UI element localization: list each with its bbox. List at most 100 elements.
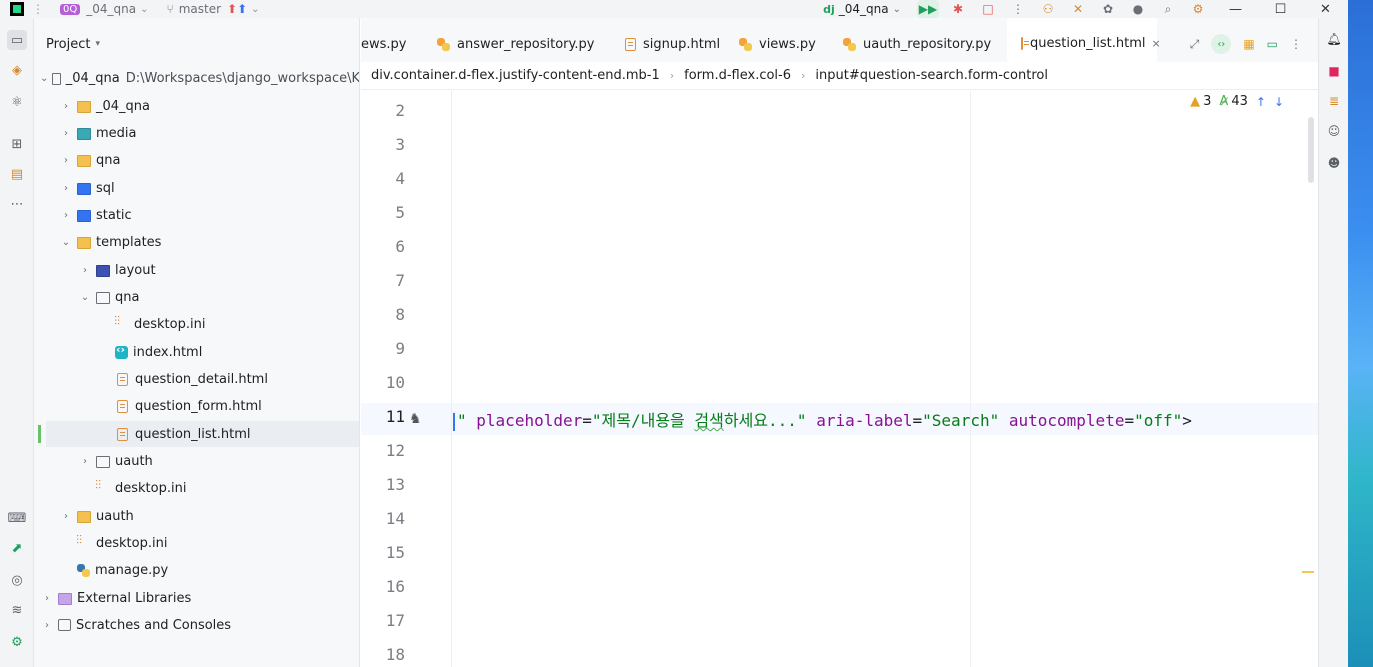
maximize-button[interactable]: ☐: [1258, 2, 1303, 17]
commit-tool-icon[interactable]: ◈: [7, 60, 27, 80]
record-icon[interactable]: ●: [1127, 0, 1149, 18]
code-line-11[interactable]: " placeholder="제목/내용을 검색하세요..." aria-lab…: [453, 407, 1192, 431]
gutter-separator: [451, 91, 452, 667]
problems-icon[interactable]: ◎: [7, 570, 27, 590]
tree-item[interactable]: index.html: [34, 339, 359, 365]
plugin-icon[interactable]: ■: [1325, 62, 1343, 80]
tree-item-label: question_detail.html: [135, 371, 268, 387]
tree-item-selected[interactable]: question_list.html: [46, 421, 359, 447]
scrollbar-warning-mark[interactable]: [1302, 571, 1314, 573]
tree-item-label: desktop.ini: [96, 535, 168, 551]
project-name[interactable]: _04_qna: [86, 2, 136, 16]
settings-icon[interactable]: ⚙: [1187, 0, 1209, 18]
minimize-button[interactable]: —: [1213, 2, 1258, 17]
structure-icon[interactable]: ⊞: [7, 134, 27, 154]
more-actions-icon[interactable]: ⋮: [1007, 0, 1029, 18]
tree-item[interactable]: question_detail.html: [34, 366, 359, 392]
build-icon[interactable]: ✕: [1067, 0, 1089, 18]
project-tool-icon[interactable]: ▭: [7, 30, 27, 50]
tab-label: answer_repository.py: [457, 36, 595, 52]
tree-item[interactable]: › sql: [34, 175, 359, 201]
tree-item[interactable]: › uauth: [34, 448, 359, 474]
tree-item[interactable]: manage.py: [34, 557, 359, 583]
python-packages-icon[interactable]: ⚛: [7, 92, 27, 112]
tree-item-label: desktop.ini: [115, 480, 187, 496]
vertical-scrollbar[interactable]: [1308, 117, 1314, 183]
database-icon[interactable]: ≣: [1325, 92, 1343, 110]
line-number-gutter: 2 3 4 5 6 7 8 9 10 11 12 13 14 15 16 17 …: [361, 91, 451, 667]
breadcrumb-item[interactable]: form.d-flex.col-6: [684, 68, 791, 83]
tree-item-project-root[interactable]: ⌄ _04_qna D:\Workspaces\django_workspace…: [34, 65, 359, 91]
project-panel-header[interactable]: Project ▾: [34, 18, 359, 70]
menu-icon[interactable]: ⋮: [32, 2, 44, 16]
browser-icon[interactable]: ▭: [1267, 37, 1278, 51]
copilot-icon[interactable]: ☺: [1325, 122, 1343, 140]
debug-icon[interactable]: ✱: [947, 0, 969, 18]
layers-icon[interactable]: ≋: [7, 600, 27, 620]
branch-chevron-icon[interactable]: ⌄: [251, 4, 259, 15]
tree-item[interactable]: › static: [34, 202, 359, 228]
tree-item[interactable]: desktop.ini: [34, 530, 359, 556]
tree-item[interactable]: › Scratches and Consoles: [34, 612, 359, 638]
html-file-icon: [117, 399, 128, 413]
ai-suggestion-icon[interactable]: ♞: [409, 411, 431, 431]
next-highlight-icon[interactable]: ↓: [1274, 95, 1284, 109]
pycharm-logo-icon[interactable]: [10, 2, 24, 16]
vue-file-icon: [115, 343, 128, 359]
breadcrumb: div.container.d-flex.justify-content-end…: [361, 62, 1318, 90]
more-tabs-icon[interactable]: ⋮: [1290, 37, 1302, 51]
tree-item[interactable]: › layout: [34, 257, 359, 283]
notifications-icon[interactable]: 🔔︎: [1325, 30, 1343, 48]
folder-icon: [77, 511, 91, 523]
chevron-right-icon: ›: [64, 154, 68, 166]
tree-item[interactable]: desktop.ini: [34, 311, 359, 337]
tree-item[interactable]: › External Libraries: [34, 585, 359, 611]
services-icon[interactable]: ⬈: [7, 538, 27, 558]
previous-highlight-icon[interactable]: ↑: [1256, 95, 1266, 109]
close-tab-icon[interactable]: ×: [1152, 37, 1161, 50]
outgoing-changes-icon[interactable]: ⬆: [237, 2, 247, 16]
tree-item[interactable]: › uauth: [34, 503, 359, 529]
tree-item-label: question_form.html: [135, 398, 262, 414]
copilot-chat-icon[interactable]: ☻: [1325, 154, 1343, 172]
close-button[interactable]: ✕: [1303, 2, 1348, 17]
branch-name[interactable]: master: [179, 2, 221, 16]
folder-icon: [77, 237, 91, 249]
tree-item[interactable]: question_form.html: [34, 393, 359, 419]
chevron-down-icon: ⌄: [80, 291, 90, 303]
stop-icon[interactable]: □: [977, 0, 999, 18]
code-with-me-icon[interactable]: ⚇: [1037, 0, 1059, 18]
tree-item[interactable]: › qna: [34, 147, 359, 173]
chevron-down-icon[interactable]: ⌄: [140, 4, 148, 15]
more-tools-icon[interactable]: ⋯: [7, 194, 27, 214]
breadcrumb-item[interactable]: div.container.d-flex.justify-content-end…: [371, 68, 660, 83]
tree-item[interactable]: desktop.ini: [34, 475, 359, 501]
search-icon[interactable]: ⌕: [1157, 0, 1179, 18]
incoming-changes-icon[interactable]: ⬆: [227, 2, 237, 16]
desktop-background: [1348, 0, 1373, 667]
tree-item[interactable]: ⌄ qna: [34, 284, 359, 310]
tree-item[interactable]: ⌄ templates: [34, 229, 359, 255]
breadcrumb-item[interactable]: input#question-search.form-control: [815, 68, 1048, 83]
chevron-down-icon: ⌄: [61, 236, 71, 248]
python-file-icon: [437, 37, 450, 51]
chevron-right-icon: ›: [669, 69, 675, 82]
project-badge[interactable]: 0Q: [60, 3, 81, 15]
terminal-icon[interactable]: ⚙: [7, 632, 27, 652]
inspection-widget[interactable]: ▲ 3 A̷ 43 ↑ ↓: [1190, 94, 1284, 109]
expand-icon[interactable]: ⤢: [1190, 37, 1200, 52]
ai-assistant-icon[interactable]: ✿: [1097, 0, 1119, 18]
python-console-icon[interactable]: ⌨: [7, 508, 27, 528]
line-number: 16: [385, 577, 405, 596]
run-config-label: _04_qna: [838, 2, 889, 16]
tree-item[interactable]: › _04_qna: [34, 93, 359, 119]
code-editor[interactable]: 2 3 4 5 6 7 8 9 10 11 12 13 14 15 16 17 …: [361, 91, 1318, 667]
chevron-right-icon: ›: [64, 209, 68, 221]
code-view-icon[interactable]: ‹›: [1211, 34, 1232, 54]
run-icon[interactable]: ▶▶: [917, 0, 939, 18]
tree-item[interactable]: › media: [34, 120, 359, 146]
preview-icon[interactable]: ▦: [1243, 37, 1254, 51]
run-configuration-selector[interactable]: dj _04_qna ⌄: [823, 2, 901, 16]
tab-label: ews.py: [361, 36, 407, 52]
bookmarks-icon[interactable]: ▤: [7, 164, 27, 184]
